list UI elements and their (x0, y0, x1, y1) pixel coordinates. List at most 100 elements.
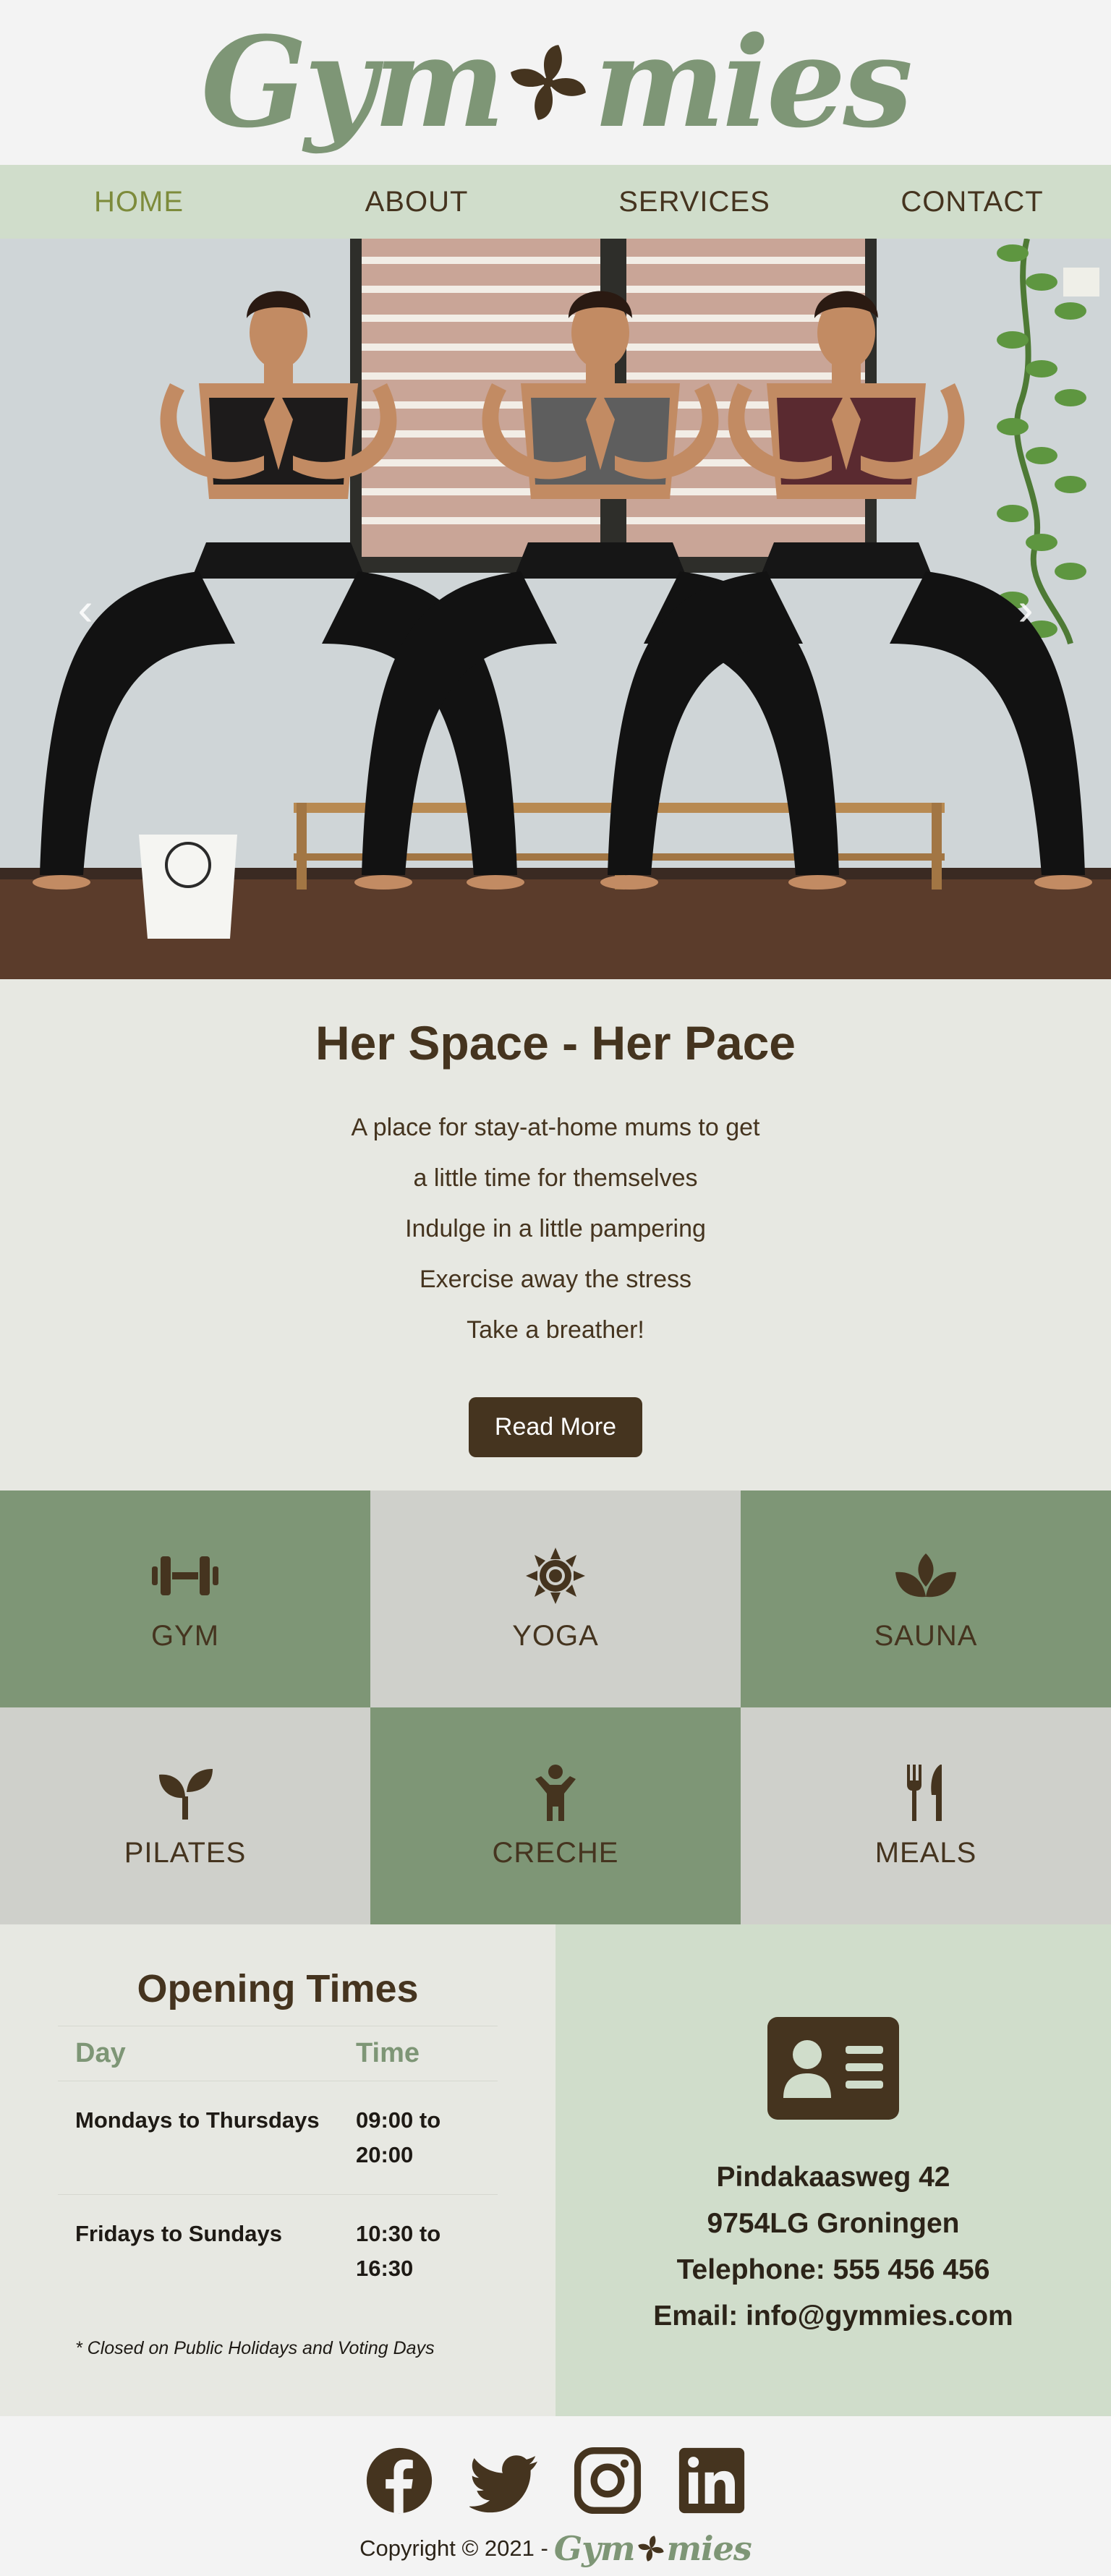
logo-text-right: mies (593, 9, 914, 155)
service-tile-yoga[interactable]: YOGA (370, 1490, 741, 1707)
dumbbell-icon (152, 1556, 218, 1595)
footer-logo[interactable]: Gym mies (554, 2529, 752, 2568)
nav-home[interactable]: HOME (0, 165, 278, 239)
service-label: SAUNA (874, 1619, 978, 1652)
figure-neck (586, 363, 615, 385)
figure-waist (759, 542, 933, 579)
figure-neck (832, 363, 861, 385)
plant-leaf (997, 418, 1029, 435)
linkedin-icon[interactable] (678, 2447, 746, 2515)
carousel-next-button[interactable]: › (1004, 583, 1047, 635)
logo-text-left: Gym (200, 9, 506, 155)
figure-waist (514, 542, 687, 579)
table-header-row: Day Time (58, 2026, 498, 2081)
pinwheel-icon (510, 45, 586, 120)
plant-leaf (1026, 360, 1057, 378)
sun-icon (526, 1547, 585, 1604)
pinwheel-icon (637, 2536, 664, 2562)
site-footer: Copyright © 2021 - Gym mies (0, 2416, 1111, 2576)
copyright-text: Copyright © 2021 - (359, 2536, 548, 2561)
footer-logo-right: mies (666, 2529, 752, 2568)
plant-leaf (1055, 302, 1086, 320)
intro-line: Indulge in a little pampering (405, 1215, 706, 1242)
social-links (365, 2447, 746, 2515)
plant-leaf (1055, 389, 1086, 406)
plant-leaf (1055, 563, 1086, 580)
copyright: Copyright © 2021 - Gym mies (359, 2529, 752, 2568)
column-header-day: Day (58, 2026, 339, 2081)
child-icon (535, 1764, 576, 1821)
plant-leaf (997, 505, 1029, 522)
twitter-icon[interactable] (469, 2447, 537, 2515)
seedling-icon (159, 1768, 213, 1820)
day-cell: Mondays to Thursdays (58, 2081, 339, 2195)
carousel-prev-button[interactable]: ‹ (64, 583, 107, 635)
utensils-icon (907, 1764, 942, 1821)
intro-section: Her Space - Her Pace A place for stay-at… (0, 979, 1111, 1490)
facebook-icon[interactable] (365, 2447, 433, 2515)
service-tile-pilates[interactable]: PILATES (0, 1707, 370, 1924)
plant-leaf (1026, 273, 1057, 291)
email[interactable]: Email: info@gymmies.com (653, 2293, 1013, 2340)
spa-icon (895, 1553, 956, 1597)
logo[interactable]: Gym mies (200, 9, 914, 155)
figure-neck (264, 363, 293, 385)
plant-leaf (997, 331, 1029, 349)
footer-logo-left: Gym (553, 2529, 636, 2568)
service-label: MEALS (874, 1836, 977, 1869)
service-tile-sauna[interactable]: SAUNA (741, 1490, 1111, 1707)
site-header: Gym mies (0, 0, 1111, 165)
service-label: CRECHE (492, 1836, 619, 1869)
time-cell: 10:30 to 16:30 (339, 2194, 498, 2308)
day-cell: Fridays to Sundays (58, 2194, 339, 2308)
service-tile-gym[interactable]: GYM (0, 1490, 370, 1707)
intro-line: Take a breather! (467, 1316, 644, 1344)
plant-leaf (1055, 476, 1086, 493)
telephone[interactable]: Telephone: 555 456 456 (677, 2247, 990, 2293)
nav-contact[interactable]: CONTACT (833, 165, 1111, 239)
column-header-time: Time (339, 2026, 498, 2081)
plant-leaf (997, 244, 1029, 262)
figure-foot (1034, 875, 1092, 890)
plant-pot (1063, 268, 1099, 297)
bench-leg (297, 803, 307, 890)
bench-leg (932, 803, 942, 890)
intro-line: A place for stay-at-home mums to get (351, 1114, 760, 1141)
address-card-icon (767, 2017, 899, 2120)
intro-line: Exercise away the stress (419, 1266, 692, 1293)
contact-details: Pindakaasweg 42 9754LG Groningen Telepho… (556, 1924, 1111, 2416)
info-section: Opening Times Day Time Mondays to Thursd… (0, 1924, 1111, 2416)
services-grid: GYM YOGA SAUNA PILATES CRECHE MEALS (0, 1490, 1111, 1924)
table-row: Fridays to Sundays 10:30 to 16:30 (58, 2194, 498, 2308)
service-label: GYM (150, 1619, 220, 1652)
address-line-2: 9754LG Groningen (707, 2208, 960, 2239)
time-cell: 09:00 to 20:00 (339, 2081, 498, 2195)
hero-carousel: ‹ › (0, 239, 1111, 979)
main-nav: HOME ABOUT SERVICES CONTACT (0, 165, 1111, 239)
nav-services[interactable]: SERVICES (556, 165, 833, 239)
intro-line: a little time for themselves (413, 1164, 698, 1192)
figure-foot (33, 875, 90, 890)
chevron-right-icon: › (1018, 583, 1034, 635)
plant-leaf (1026, 534, 1057, 551)
hours-table: Day Time Mondays to Thursdays 09:00 to 2… (58, 2026, 498, 2308)
read-more-button[interactable]: Read More (468, 1397, 643, 1457)
nav-about[interactable]: ABOUT (278, 165, 556, 239)
opening-times: Opening Times Day Time Mondays to Thursd… (0, 1924, 556, 2416)
figure-foot (600, 875, 658, 890)
hero-image (0, 239, 1111, 979)
plant-leaf (1026, 447, 1057, 464)
service-label: PILATES (124, 1836, 247, 1869)
figure-foot (467, 875, 524, 890)
service-tile-creche[interactable]: CRECHE (370, 1707, 741, 1924)
opening-times-title: Opening Times (137, 1967, 419, 2010)
instagram-icon[interactable] (574, 2447, 642, 2515)
figure-waist (192, 542, 365, 579)
address-line-1: Pindakaasweg 42 (716, 2162, 950, 2193)
closed-note: * Closed on Public Holidays and Voting D… (75, 2338, 435, 2358)
service-label: YOGA (512, 1619, 599, 1652)
service-tile-meals[interactable]: MEALS (741, 1707, 1111, 1924)
intro-title: Her Space - Her Pace (315, 1016, 796, 1070)
table-row: Mondays to Thursdays 09:00 to 20:00 (58, 2081, 498, 2195)
figure-foot (354, 875, 412, 890)
